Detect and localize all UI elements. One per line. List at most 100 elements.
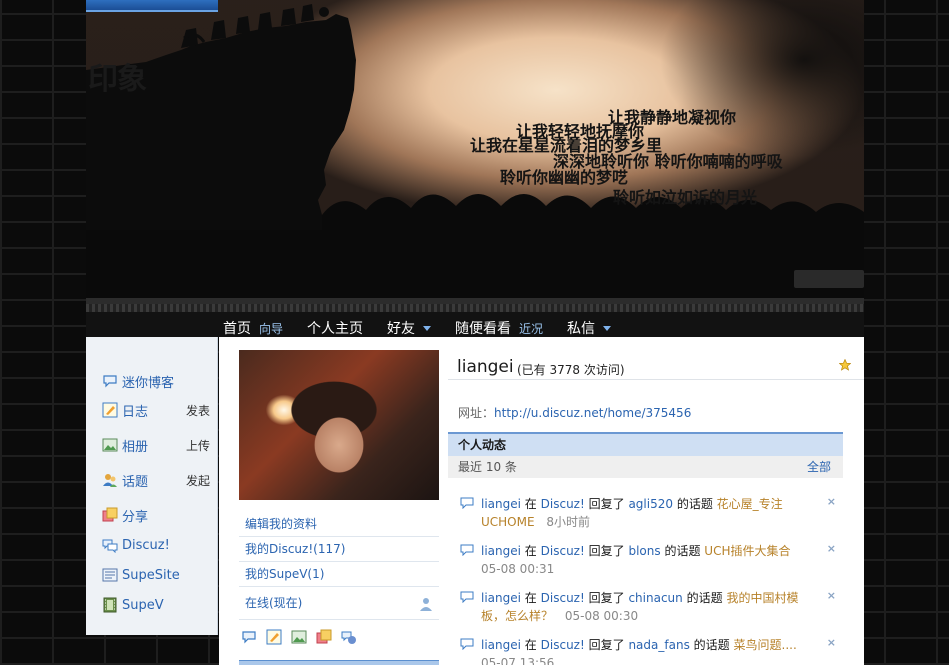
feed-text: 的话题 [693, 638, 730, 652]
chevron-down-icon[interactable] [603, 326, 612, 331]
feed-topic-link[interactable]: UCH插件大集合 [704, 544, 790, 558]
feed-forum-link[interactable]: Discuz! [541, 638, 585, 652]
sidebar-item-blog[interactable]: 日志 发表 [102, 400, 214, 420]
sidebar-item-label[interactable]: SupeV [122, 598, 164, 613]
delete-icon[interactable]: × [827, 493, 836, 511]
feed-subheading: 最近 10 条 全部 [448, 456, 843, 478]
delete-icon[interactable]: × [827, 634, 836, 652]
sidebar: 迷你博客 日志 发表 相册 上传 话题 发起 分享 Discuz! SupeSi… [86, 337, 218, 635]
feed-entry: liangei 在 Discuz! 回复了 agli520 的话题 花心屋_专注… [460, 495, 836, 542]
sidebar-item-label[interactable]: 分享 [122, 506, 148, 525]
feed-user-link[interactable]: liangei [481, 638, 521, 652]
sidebar-item-topic[interactable]: 话题 发起 [102, 470, 214, 490]
nav-messages-link[interactable]: 私信 [567, 318, 595, 338]
user-icon [420, 598, 432, 611]
album-icon[interactable] [291, 629, 307, 645]
feed-user-link[interactable]: liangei [481, 591, 521, 605]
share-icon [102, 507, 118, 522]
feed-text: 在 [524, 638, 537, 652]
discuz-icon[interactable] [341, 629, 357, 645]
homepage-url-link[interactable]: http://u.discuz.net/home/375456 [494, 406, 691, 420]
edit-profile-link[interactable]: 编辑我的资料 [239, 512, 439, 537]
sidebar-item-album[interactable]: 相册 上传 [102, 435, 214, 455]
nav-profile-link[interactable]: 个人主页 [307, 318, 363, 338]
supesite-icon [102, 568, 118, 582]
sidebar-item-label[interactable]: 相册 [122, 436, 148, 455]
delete-icon[interactable]: × [827, 587, 836, 605]
visit-count: (已有 3778 次访问) [517, 363, 625, 377]
speech-bubble-icon [460, 544, 474, 556]
microblog-icon[interactable] [241, 629, 257, 645]
speech-bubble-icon [103, 375, 117, 388]
feed-text: 在 [524, 497, 537, 511]
users-icon [103, 474, 117, 487]
feed-user-link[interactable]: liangei [481, 544, 521, 558]
sidebar-item-label[interactable]: 日志 [122, 401, 148, 420]
logo-tab[interactable] [86, 0, 218, 12]
feed-text: 在 [524, 591, 537, 605]
feed-user-link[interactable]: liangei [481, 497, 521, 511]
nav-item-messages[interactable]: 私信 [567, 318, 612, 338]
feed-target-user-link[interactable]: nada_fans [628, 638, 689, 652]
blog-icon[interactable] [266, 629, 282, 645]
banner-control [794, 270, 864, 288]
feed-forum-link[interactable]: Discuz! [541, 497, 585, 511]
sidebar-item-share[interactable]: 分享 [102, 505, 214, 525]
nav-item-profile[interactable]: 个人主页 [307, 318, 363, 338]
feed-topic-link[interactable]: 菜鸟问题.... [734, 638, 797, 652]
post-blog-link[interactable]: 发表 [186, 402, 210, 419]
feed-target-user-link[interactable]: agli520 [628, 497, 673, 511]
album-icon [102, 438, 118, 452]
feed-text: 回复了 [588, 638, 625, 652]
star-icon[interactable] [839, 359, 851, 371]
feed-heading: 个人动态 [448, 432, 843, 456]
feed-all-link[interactable]: 全部 [807, 456, 831, 478]
feed-text: 回复了 [588, 544, 625, 558]
discuz-icon [102, 539, 118, 553]
sidebar-item-label[interactable]: 话题 [122, 471, 148, 490]
feed-time: 05-08 00:31 [481, 562, 555, 576]
nav-browse-link[interactable]: 随便看看 [455, 318, 511, 338]
sidebar-item-supev[interactable]: SupeV [102, 595, 214, 615]
sidebar-item-microblog[interactable]: 迷你博客 [102, 371, 214, 391]
feed-time: 8小时前 [546, 515, 591, 529]
feed-time: 05-08 00:30 [564, 609, 639, 623]
upload-photo-link[interactable]: 上传 [186, 437, 210, 454]
start-topic-link[interactable]: 发起 [186, 472, 210, 489]
my-discuz-link[interactable]: 我的Discuz!(117) [239, 537, 439, 562]
speech-bubble-icon [460, 591, 474, 603]
nav-recent-link[interactable]: 近况 [519, 320, 543, 337]
sidebar-item-label[interactable]: Discuz! [122, 538, 170, 553]
divider [448, 379, 864, 380]
my-supev-link[interactable]: 我的SupeV(1) [239, 562, 439, 587]
feed-text: 回复了 [588, 591, 625, 605]
chevron-down-icon[interactable] [423, 326, 432, 331]
feed-entry: liangei 在 Discuz! 回复了 chinacun 的话题 我的中国村… [460, 589, 836, 636]
sidebar-item-discuz[interactable]: Discuz! [102, 535, 214, 555]
feed-count-label: 最近 10 条 [458, 460, 517, 474]
feed-target-user-link[interactable]: chinacun [628, 591, 682, 605]
avatar[interactable] [239, 350, 439, 500]
share-icon[interactable] [316, 629, 332, 645]
sidebar-item-label[interactable]: 迷你博客 [122, 372, 174, 391]
nav-border-pattern [86, 304, 864, 312]
nav-item-home[interactable]: 首页 向导 [223, 318, 283, 338]
feed-target-user-link[interactable]: blons [628, 544, 660, 558]
feed-text: 的话题 [676, 497, 713, 511]
feed-forum-link[interactable]: Discuz! [541, 544, 585, 558]
delete-icon[interactable]: × [827, 540, 836, 558]
nav-guide-link[interactable]: 向导 [259, 320, 283, 337]
film-icon [103, 597, 117, 613]
url-label: 网址： [458, 406, 495, 420]
nav-friends-link[interactable]: 好友 [387, 318, 415, 338]
sidebar-item-supesite[interactable]: SupeSite [102, 565, 214, 585]
feed-text: 回复了 [588, 497, 625, 511]
nav-item-friends[interactable]: 好友 [387, 318, 432, 338]
nav-item-browse[interactable]: 随便看看 近况 [455, 318, 543, 338]
speech-bubble-icon [460, 497, 474, 509]
feed-forum-link[interactable]: Discuz! [541, 591, 585, 605]
sidebar-item-label[interactable]: SupeSite [122, 568, 180, 583]
nav-home-link[interactable]: 首页 [223, 318, 251, 338]
feed-text: 的话题 [686, 591, 723, 605]
feed-text: 在 [524, 544, 537, 558]
